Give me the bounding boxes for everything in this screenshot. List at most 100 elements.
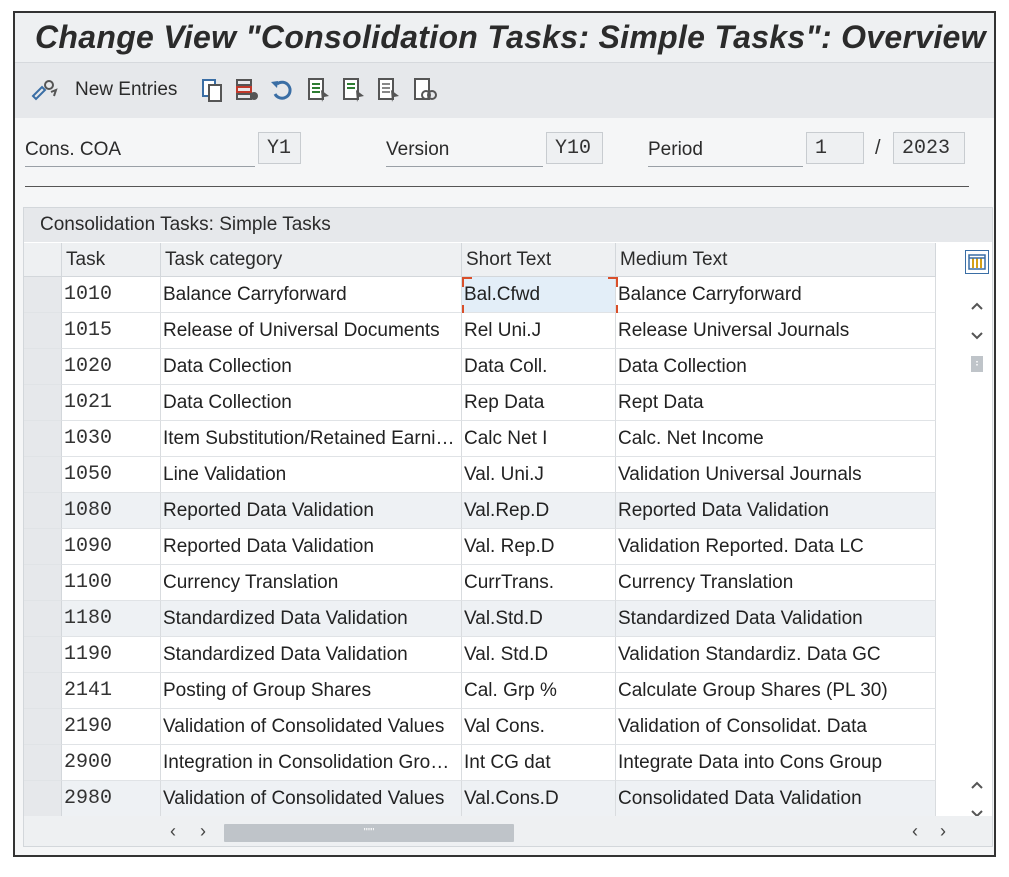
cell-task[interactable]: 2980 xyxy=(62,781,161,817)
scroll-right-end-icon[interactable]: › xyxy=(940,821,946,842)
undo-icon[interactable] xyxy=(268,77,296,103)
table-row[interactable]: 2980 Validation of Consolidated Values Val… xyxy=(24,781,936,817)
row-selector[interactable] xyxy=(24,601,62,637)
table-row[interactable]: 1080 Reported Data Validation Val.Rep.D Rep… xyxy=(24,493,936,529)
cell-task-category[interactable]: Standardized Data Validation xyxy=(161,637,462,673)
cell-task[interactable]: 1030 xyxy=(62,421,161,457)
cell-medium-text[interactable]: Validation of Consolidat. Data xyxy=(616,709,936,745)
cell-task[interactable]: 2900 xyxy=(62,745,161,781)
cell-medium-text[interactable]: Balance Carryforward xyxy=(616,277,936,313)
table-row[interactable]: 1030 Item Substitution/Retained Earni… Cal… xyxy=(24,421,936,457)
scroll-page-up-icon[interactable] xyxy=(967,775,987,795)
cell-medium-text[interactable]: Standardized Data Validation xyxy=(616,601,936,637)
row-selector[interactable] xyxy=(24,421,62,457)
scroll-up-icon[interactable] xyxy=(967,296,987,316)
horizontal-scroll-thumb[interactable]: """ xyxy=(224,824,514,842)
column-header-task-category[interactable]: Task category xyxy=(161,243,462,277)
cell-medium-text[interactable]: Data Collection xyxy=(616,349,936,385)
cell-task-category[interactable]: Reported Data Validation xyxy=(161,493,462,529)
column-settings-icon[interactable] xyxy=(965,250,989,274)
cell-task-category[interactable]: Standardized Data Validation xyxy=(161,601,462,637)
cell-medium-text[interactable]: Rept Data xyxy=(616,385,936,421)
cell-task[interactable]: 1190 xyxy=(62,637,161,673)
cell-short-text[interactable]: Val.Std.D xyxy=(462,601,616,637)
cell-task-category[interactable]: Posting of Group Shares xyxy=(161,673,462,709)
cell-short-text[interactable]: Calc Net I xyxy=(462,421,616,457)
cell-short-text[interactable]: Val Cons. xyxy=(462,709,616,745)
row-selector[interactable] xyxy=(24,529,62,565)
cell-short-text[interactable]: Bal.Cfwd xyxy=(462,277,616,313)
table-row[interactable]: 2190 Validation of Consolidated Values Val… xyxy=(24,709,936,745)
cell-task-category[interactable]: Validation of Consolidated Values xyxy=(161,781,462,817)
cell-task[interactable]: 1080 xyxy=(62,493,161,529)
cell-short-text[interactable]: Data Coll. xyxy=(462,349,616,385)
cell-short-text[interactable]: Rep Data xyxy=(462,385,616,421)
row-selector[interactable] xyxy=(24,745,62,781)
cell-short-text[interactable]: CurrTrans. xyxy=(462,565,616,601)
cell-task[interactable]: 1021 xyxy=(62,385,161,421)
cell-medium-text[interactable]: Integrate Data into Cons Group xyxy=(616,745,936,781)
cell-medium-text[interactable]: Calculate Group Shares (PL 30) xyxy=(616,673,936,709)
cell-task[interactable]: 2190 xyxy=(62,709,161,745)
cell-task-category[interactable]: Data Collection xyxy=(161,349,462,385)
cell-task[interactable]: 1100 xyxy=(62,565,161,601)
scroll-right-icon[interactable]: › xyxy=(200,821,206,842)
cell-task-category[interactable]: Currency Translation xyxy=(161,565,462,601)
display-change-icon[interactable] xyxy=(29,77,59,103)
table-row[interactable]: 1021 Data Collection Rep Data Rept Data xyxy=(24,385,936,421)
column-header-task[interactable]: Task xyxy=(62,243,161,277)
cell-medium-text[interactable]: Reported Data Validation xyxy=(616,493,936,529)
scroll-left-end-icon[interactable]: ‹ xyxy=(912,821,918,842)
row-selector[interactable] xyxy=(24,277,62,313)
cell-task[interactable]: 1180 xyxy=(62,601,161,637)
table-row[interactable]: 1190 Standardized Data Validation Val. Std… xyxy=(24,637,936,673)
cell-medium-text[interactable]: Currency Translation xyxy=(616,565,936,601)
cell-task[interactable]: 1050 xyxy=(62,457,161,493)
choose-icon[interactable] xyxy=(411,77,439,103)
cell-short-text[interactable]: Val.Cons.D xyxy=(462,781,616,817)
row-selector-header[interactable] xyxy=(24,243,62,277)
cell-task[interactable]: 1015 xyxy=(62,313,161,349)
select-block-icon[interactable] xyxy=(340,77,368,103)
scroll-thumb-icon[interactable] xyxy=(967,354,987,374)
column-header-short-text[interactable]: Short Text xyxy=(462,243,616,277)
cell-short-text[interactable]: Val. Rep.D xyxy=(462,529,616,565)
row-selector[interactable] xyxy=(24,457,62,493)
table-row[interactable]: 1180 Standardized Data Validation Val.Std.… xyxy=(24,601,936,637)
copy-as-icon[interactable] xyxy=(198,77,226,103)
scroll-down-icon[interactable] xyxy=(967,326,987,346)
cell-task[interactable]: 1090 xyxy=(62,529,161,565)
table-row[interactable]: 2900 Integration in Consolidation Gro… Int… xyxy=(24,745,936,781)
row-selector[interactable] xyxy=(24,313,62,349)
cell-medium-text[interactable]: Calc. Net Income xyxy=(616,421,936,457)
cell-task-category[interactable]: Reported Data Validation xyxy=(161,529,462,565)
cell-short-text[interactable]: Rel Uni.J xyxy=(462,313,616,349)
row-selector[interactable] xyxy=(24,493,62,529)
cell-short-text[interactable]: Val. Std.D xyxy=(462,637,616,673)
table-row[interactable]: 1090 Reported Data Validation Val. Rep.D Va… xyxy=(24,529,936,565)
row-selector[interactable] xyxy=(24,673,62,709)
cell-task[interactable]: 2141 xyxy=(62,673,161,709)
cell-task-category[interactable]: Balance Carryforward xyxy=(161,277,462,313)
cell-task[interactable]: 1020 xyxy=(62,349,161,385)
horizontal-scrollbar[interactable]: ‹ › """ ‹ › xyxy=(24,816,992,846)
row-selector[interactable] xyxy=(24,349,62,385)
version-field[interactable]: Y10 xyxy=(546,132,603,164)
cell-task[interactable]: 1010 xyxy=(62,277,161,313)
cell-task-category[interactable]: Data Collection xyxy=(161,385,462,421)
cell-task-category[interactable]: Release of Universal Documents xyxy=(161,313,462,349)
cell-short-text[interactable]: Val.Rep.D xyxy=(462,493,616,529)
cell-medium-text[interactable]: Consolidated Data Validation xyxy=(616,781,936,817)
cell-medium-text[interactable]: Validation Universal Journals xyxy=(616,457,936,493)
table-row[interactable]: 1015 Release of Universal Documents Rel Un… xyxy=(24,313,936,349)
row-selector[interactable] xyxy=(24,709,62,745)
cell-short-text[interactable]: Cal. Grp % xyxy=(462,673,616,709)
cell-short-text[interactable]: Val. Uni.J xyxy=(462,457,616,493)
year-field[interactable]: 2023 xyxy=(893,132,965,164)
cell-task-category[interactable]: Validation of Consolidated Values xyxy=(161,709,462,745)
deselect-all-icon[interactable] xyxy=(375,77,403,103)
delete-icon[interactable] xyxy=(233,77,261,103)
cell-short-text[interactable]: Int CG dat xyxy=(462,745,616,781)
select-all-icon[interactable] xyxy=(305,77,333,103)
cell-medium-text[interactable]: Validation Reported. Data LC xyxy=(616,529,936,565)
